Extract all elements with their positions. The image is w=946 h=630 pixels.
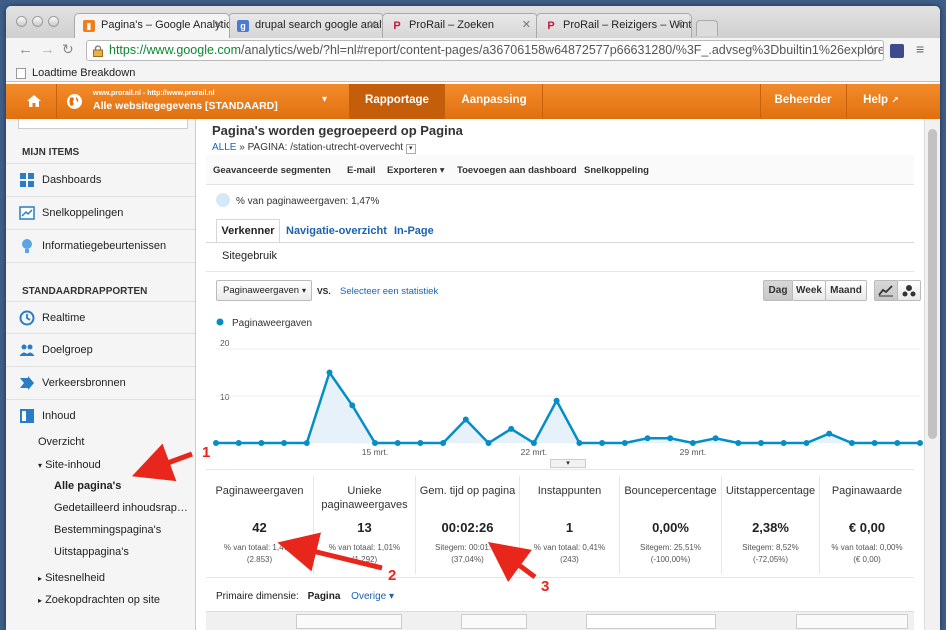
annotation-number: 1 — [202, 444, 210, 461]
annotation-arrow — [131, 443, 193, 482]
annotation-number: 2 — [388, 567, 396, 584]
annotation-arrow — [487, 542, 537, 582]
tab-google-analytics[interactable]: ▮ Pagina's – Google Analytics ✕ — [74, 13, 230, 38]
tab-close-icon[interactable]: ✕ — [214, 18, 223, 31]
tab-title: Pagina's – Google Analytics — [101, 19, 230, 31]
annotation-overlay: 1 2 3 — [131, 443, 549, 595]
annotation-number: 3 — [541, 578, 549, 595]
browser-window: ▮ Pagina's – Google Analytics ✕ g drupal… — [6, 6, 940, 630]
ga-favicon-icon: ▮ — [83, 20, 95, 32]
annotation-arrow — [277, 532, 383, 572]
